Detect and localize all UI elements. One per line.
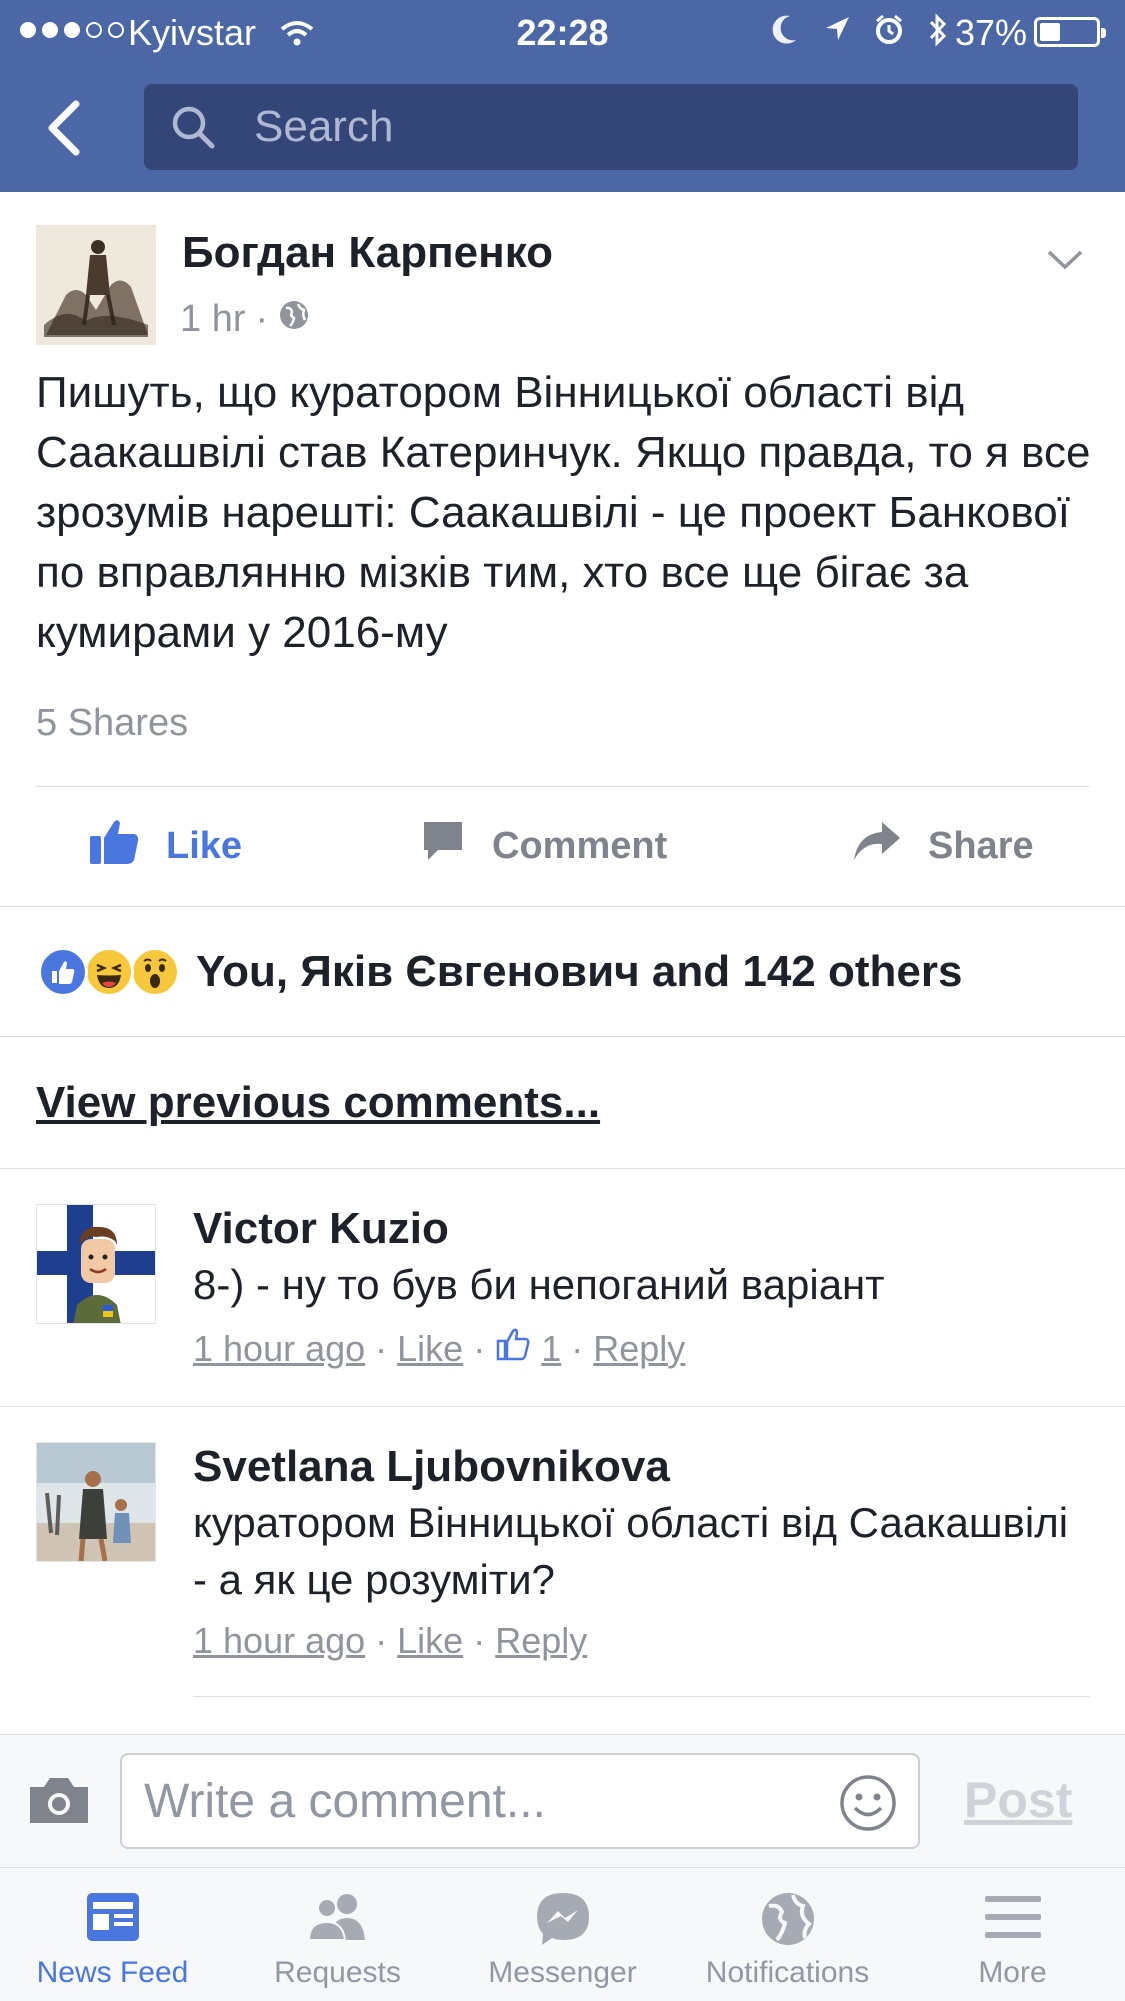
news-feed-icon [0,1890,225,1944]
divider [0,1406,1125,1407]
back-button[interactable] [44,98,84,158]
share-label: Share [928,824,1034,867]
post-author-avatar[interactable] [36,225,156,345]
divider [0,906,1125,907]
comment-button[interactable]: Comment [420,786,667,906]
comment-input-box[interactable] [120,1753,920,1849]
location-arrow-icon [822,12,852,57]
top-bar: Kyivstar 22:28 37% [0,0,1125,192]
messenger-icon [450,1890,675,1948]
tab-messenger[interactable]: Messenger [450,1868,675,2001]
comment-label: Comment [492,824,668,867]
commenter-avatar[interactable] [36,1442,156,1562]
camera-icon[interactable] [26,1773,92,1832]
do-not-disturb-icon [770,12,800,57]
meta-separator: · [375,1620,388,1661]
comment-time[interactable]: 1 hour ago [193,1620,365,1662]
commenter-avatar[interactable] [36,1204,156,1324]
thumbs-up-icon [88,816,140,876]
post-comment-button[interactable]: Post [964,1771,1072,1829]
comment-composer: Post [0,1734,1125,1868]
comment-like-link[interactable]: Like [397,1620,463,1662]
search-icon [170,104,216,155]
tab-notifications[interactable]: Notifications [675,1868,900,2001]
tab-news-feed[interactable]: News Feed [0,1868,225,2001]
divider [0,1036,1125,1037]
tab-label: More [978,1956,1047,1989]
search-bar[interactable] [144,84,1078,170]
emoji-smiley-icon[interactable] [838,1773,898,1838]
battery-percent: 37% [955,12,1028,53]
meta-separator: · [571,1327,584,1369]
commenter-name[interactable]: Svetlana Ljubovnikova [193,1442,670,1492]
search-input[interactable] [254,84,1034,170]
requests-icon [225,1890,450,1944]
tab-label: Notifications [705,1956,870,1989]
tab-bar: News Feed Requests Messenger Notificatio… [0,1868,1125,2001]
battery-icon [1034,17,1106,47]
tab-more[interactable]: More [900,1868,1125,2001]
meta-separator: · [473,1327,486,1369]
post-time[interactable]: 1 hr [180,298,245,341]
tab-label: Messenger [488,1956,637,1989]
comment-like-link[interactable]: Like [397,1328,463,1370]
like-button[interactable]: Like [88,786,242,906]
tab-requests[interactable]: Requests [225,1868,450,2001]
like-label: Like [166,824,243,867]
divider [193,1696,1090,1697]
meta-separator: · [375,1327,388,1369]
view-previous-comments-link[interactable]: View previous comments... [36,1078,600,1128]
share-button[interactable]: Share [852,786,1034,906]
shares-count[interactable]: 5 Shares [36,702,188,745]
comment-input[interactable] [144,1755,824,1847]
comment-reply-link[interactable]: Reply [593,1328,685,1370]
comment-meta: 1 hour ago · Like · Reply [193,1620,587,1662]
comment-bubble-icon [420,818,466,874]
divider [0,1168,1125,1169]
public-globe-icon [278,298,310,341]
bluetooth-icon [926,12,950,57]
reactions-summary[interactable]: You, Яків Євгенович and 142 others [38,944,962,1000]
meta-separator: · [255,298,269,340]
post-actions: Like Comment Share [0,786,1125,906]
wow-reaction-icon [130,947,180,997]
comment-text: куратором Вінницької області від Саакашв… [193,1499,1069,1603]
like-reaction-icon [38,947,88,997]
menu-icon [900,1890,1125,1944]
post-options-chevron-icon[interactable] [1046,248,1084,277]
globe-icon [675,1890,900,1948]
comment-like-count-icon [495,1326,531,1371]
comment-time[interactable]: 1 hour ago [193,1328,365,1370]
comment-text: 8-) - ну то був би непоганий варіант [193,1261,885,1308]
commenter-name[interactable]: Victor Kuzio [193,1204,449,1254]
tab-label: News Feed [36,1956,189,1989]
comment-like-count[interactable]: 1 [541,1328,561,1370]
alarm-icon [874,12,904,57]
comment-meta: 1 hour ago · Like · 1 · Reply [193,1326,685,1371]
share-arrow-icon [852,820,902,872]
post-text: Пишуть, що куратором Вінницької області … [36,368,1091,657]
post-meta: 1 hr · [180,298,310,341]
tab-label: Requests [274,1956,401,1989]
status-bar: Kyivstar 22:28 37% [0,0,1125,64]
reactions-text: You, Яків Євгенович and 142 others [196,947,963,996]
haha-reaction-icon [84,947,134,997]
post-author-name[interactable]: Богдан Карпенко [182,228,553,278]
meta-separator: · [473,1620,486,1661]
comment-reply-link[interactable]: Reply [495,1620,587,1662]
